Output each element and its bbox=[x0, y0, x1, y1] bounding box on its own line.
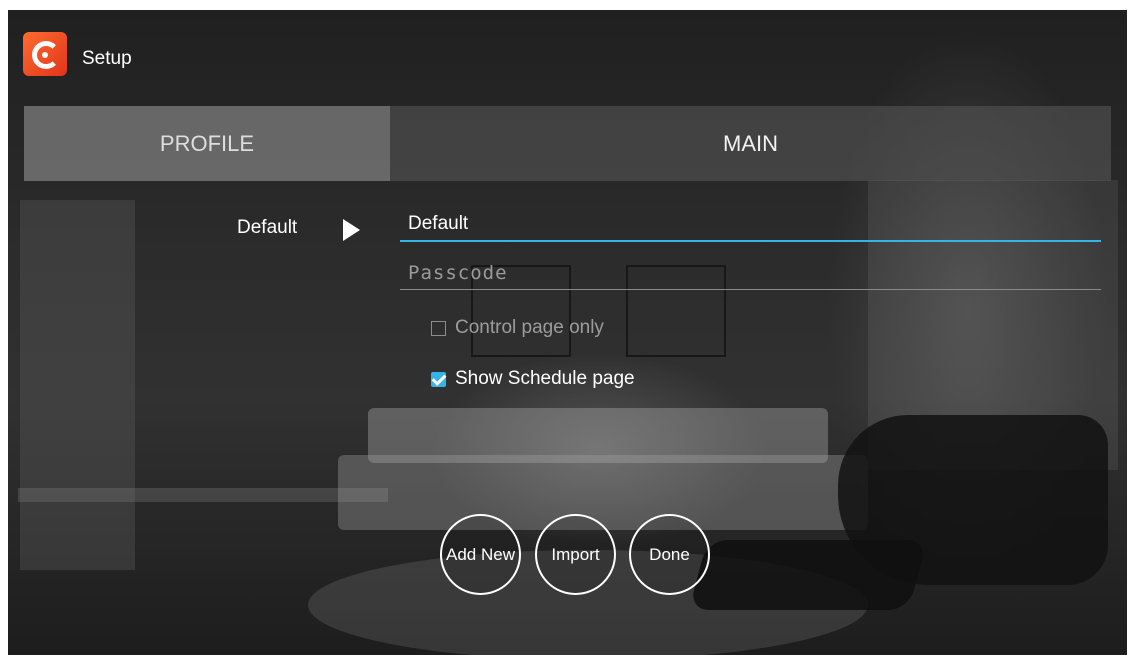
show-schedule-page-checkbox[interactable]: Show Schedule page bbox=[431, 368, 635, 390]
setup-screen: Setup PROFILE MAIN Default Control page … bbox=[8, 10, 1127, 655]
logo-dot bbox=[42, 52, 48, 58]
checkmark-icon bbox=[431, 370, 447, 386]
tab-bar: PROFILE MAIN bbox=[24, 106, 1111, 181]
import-button[interactable]: Import bbox=[535, 514, 616, 595]
tab-main[interactable]: MAIN bbox=[390, 106, 1111, 181]
profile-name-label: Default bbox=[237, 217, 298, 238]
checkbox-checked[interactable] bbox=[431, 370, 447, 387]
background-shelf bbox=[18, 488, 388, 502]
background-ottoman bbox=[688, 540, 928, 610]
background-pillar bbox=[20, 200, 135, 570]
background-sofa bbox=[338, 455, 868, 530]
show-schedule-page-label: Show Schedule page bbox=[455, 368, 635, 389]
play-arrow-icon[interactable] bbox=[343, 219, 360, 241]
control-page-only-label: Control page only bbox=[455, 317, 604, 338]
app-logo-icon[interactable] bbox=[23, 32, 67, 76]
app-title: Setup bbox=[82, 48, 132, 69]
passcode-field[interactable] bbox=[400, 256, 1101, 290]
tab-profile[interactable]: PROFILE bbox=[24, 106, 390, 181]
profile-name-field[interactable] bbox=[400, 208, 1101, 242]
control-page-only-checkbox[interactable]: Control page only bbox=[431, 317, 604, 339]
action-bar: Setup bbox=[8, 10, 1127, 106]
checkbox-unchecked[interactable] bbox=[431, 320, 446, 336]
add-new-button[interactable]: Add New bbox=[440, 514, 521, 595]
done-button[interactable]: Done bbox=[629, 514, 710, 595]
